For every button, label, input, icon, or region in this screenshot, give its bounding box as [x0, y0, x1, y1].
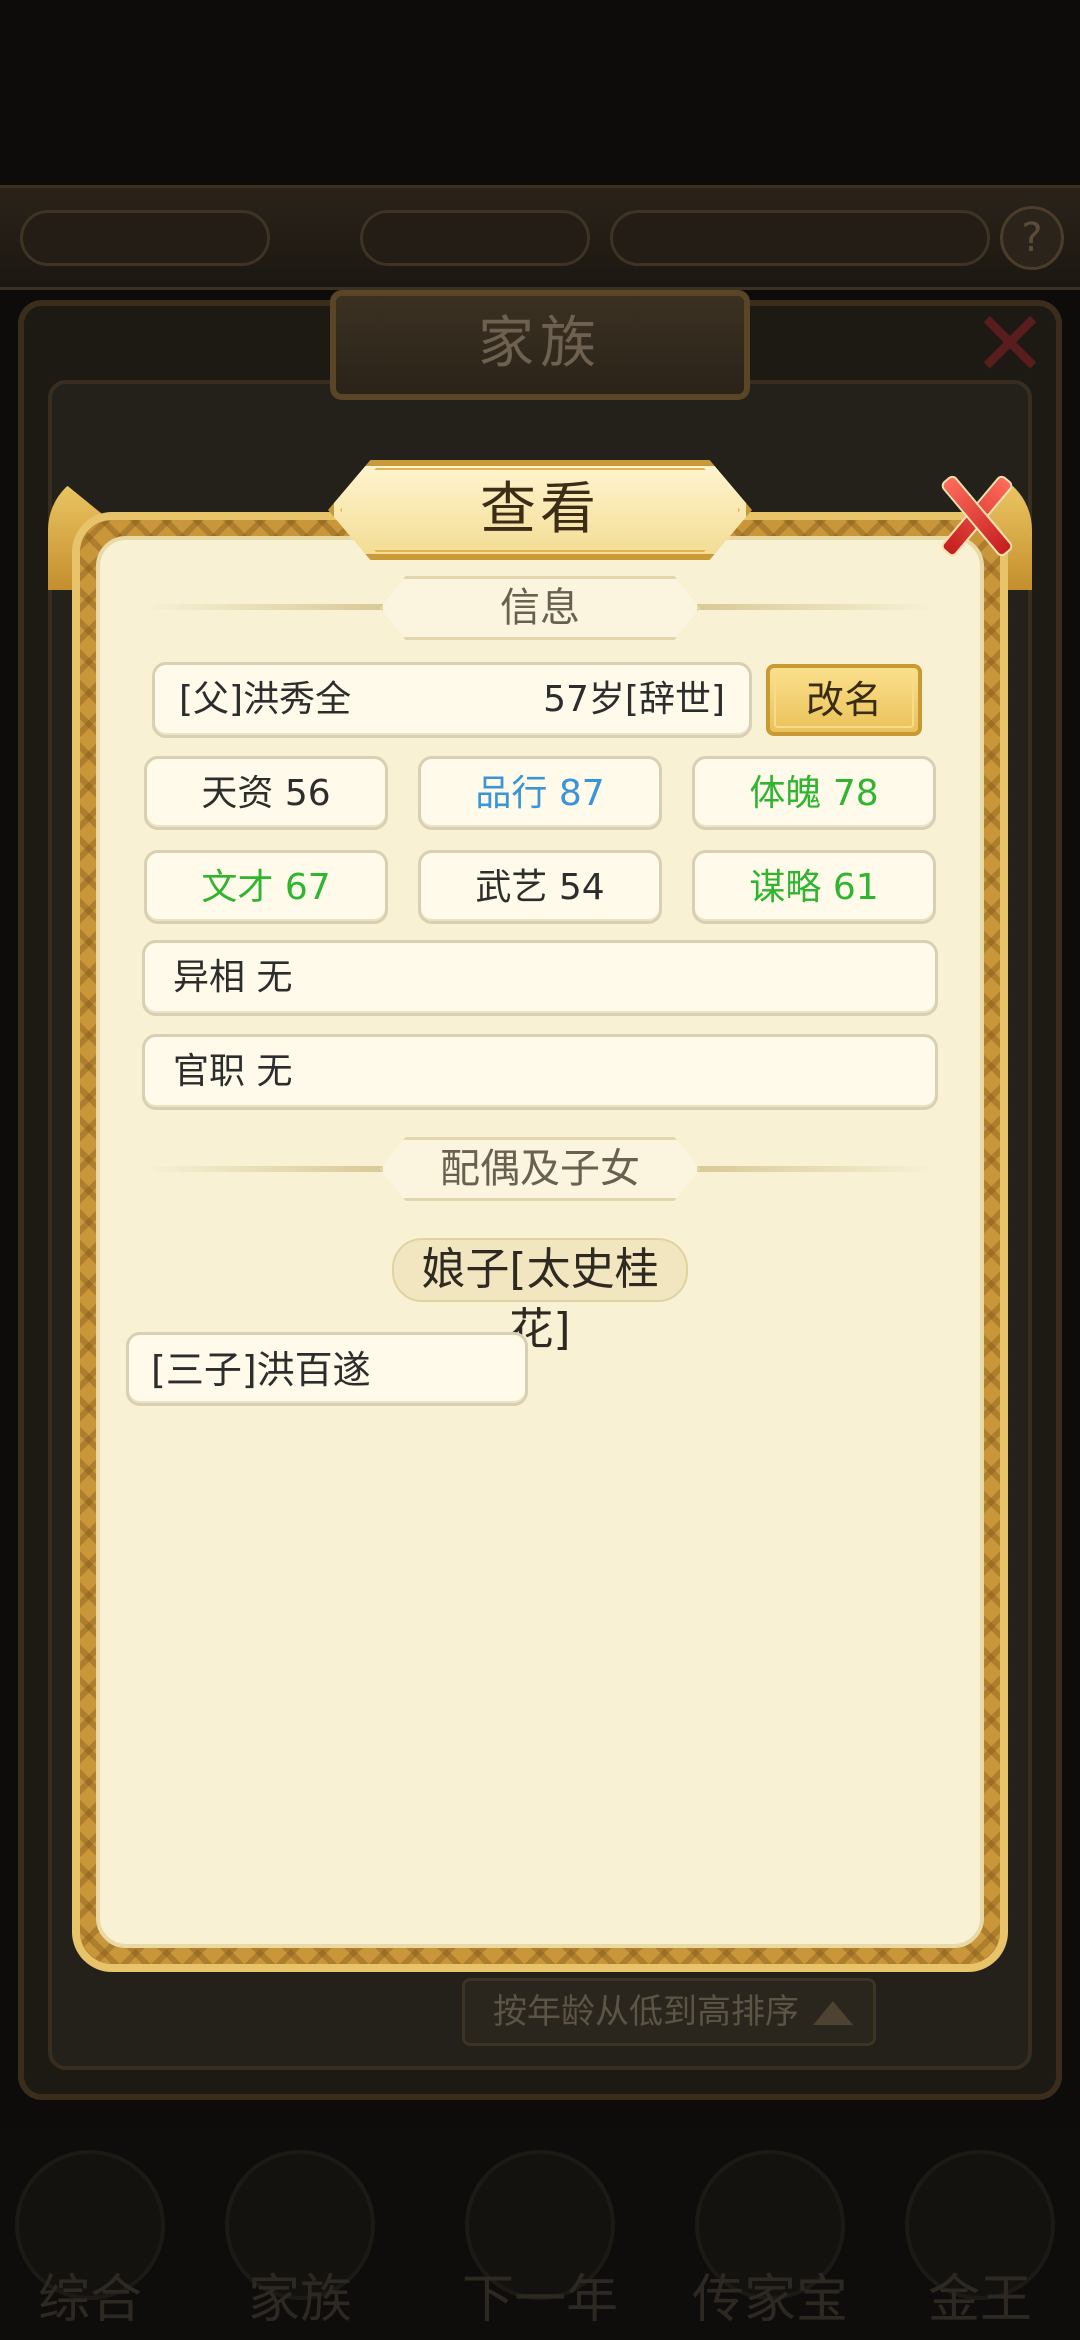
trait-label: 官职: [173, 1051, 257, 1092]
stat-value: 56: [284, 773, 331, 814]
status-pill-middle: [360, 210, 590, 266]
stat-value: 87: [558, 773, 605, 814]
nav-item-next-year[interactable]: 下一年: [450, 2150, 630, 2330]
nav-label: 下一年: [461, 2270, 618, 2330]
trait-appearance: 异相 无: [142, 940, 938, 1016]
triangle-up-icon: [813, 2001, 853, 2025]
status-pill-left: [20, 210, 270, 266]
family-close-icon[interactable]: ✕: [960, 295, 1060, 395]
sort-button[interactable]: 按年龄从低到高排序: [462, 1978, 876, 2046]
stat-value: 61: [832, 867, 879, 908]
stat-label: 文才: [201, 867, 285, 908]
stat-strategy: 谋略 61: [692, 850, 936, 924]
stat-physique: 体魄 78: [692, 756, 936, 830]
nav-label: 综合: [37, 2270, 142, 2330]
member-name-field: [父]洪秀全 57岁[辞世]: [152, 662, 752, 738]
rename-button[interactable]: 改名: [766, 664, 922, 736]
stat-value: 67: [284, 867, 331, 908]
status-pill-right: [610, 210, 990, 266]
stat-label: 品行: [475, 773, 559, 814]
close-icon[interactable]: [920, 462, 1030, 572]
stat-label: 谋略: [749, 867, 833, 908]
child-item[interactable]: [三子]洪百遂: [126, 1332, 528, 1406]
stat-label: 天资: [201, 773, 285, 814]
trait-office: 官职 无: [142, 1034, 938, 1110]
dialog-title-trim: [340, 468, 740, 552]
nav-item-family[interactable]: 家族: [210, 2150, 390, 2330]
spouse-button[interactable]: 娘子[太史桂花]: [392, 1238, 688, 1355]
nav-label: 家族: [247, 2270, 352, 2330]
member-age: 57岁[辞世]: [543, 679, 725, 720]
sort-label: 按年龄从低到高排序: [493, 1992, 799, 2032]
trait-value: 无: [256, 957, 293, 998]
trait-label: 异相: [173, 957, 257, 998]
help-icon[interactable]: ?: [1000, 206, 1064, 270]
nav-item-heirloom[interactable]: 传家宝: [680, 2150, 860, 2330]
section-title-info: 信息: [380, 576, 700, 640]
member-name: [父]洪秀全: [179, 679, 352, 720]
nav-item-king[interactable]: 金王: [890, 2150, 1070, 2330]
nav-label: 传家宝: [691, 2270, 848, 2330]
stat-value: 54: [558, 867, 605, 908]
nav-item-general[interactable]: 综合: [0, 2150, 180, 2330]
stat-literature: 文才 67: [144, 850, 388, 924]
nav-label: 金王: [927, 2270, 1032, 2330]
stat-label: 体魄: [749, 773, 833, 814]
stat-morality: 品行 87: [418, 756, 662, 830]
section-title-family: 配偶及子女: [380, 1137, 700, 1201]
family-panel-title: 家族: [330, 290, 750, 400]
stat-aptitude: 天资 56: [144, 756, 388, 830]
trait-value: 无: [256, 1051, 293, 1092]
stat-value: 78: [832, 773, 879, 814]
stat-label: 武艺: [475, 867, 559, 908]
stat-martial: 武艺 54: [418, 850, 662, 924]
